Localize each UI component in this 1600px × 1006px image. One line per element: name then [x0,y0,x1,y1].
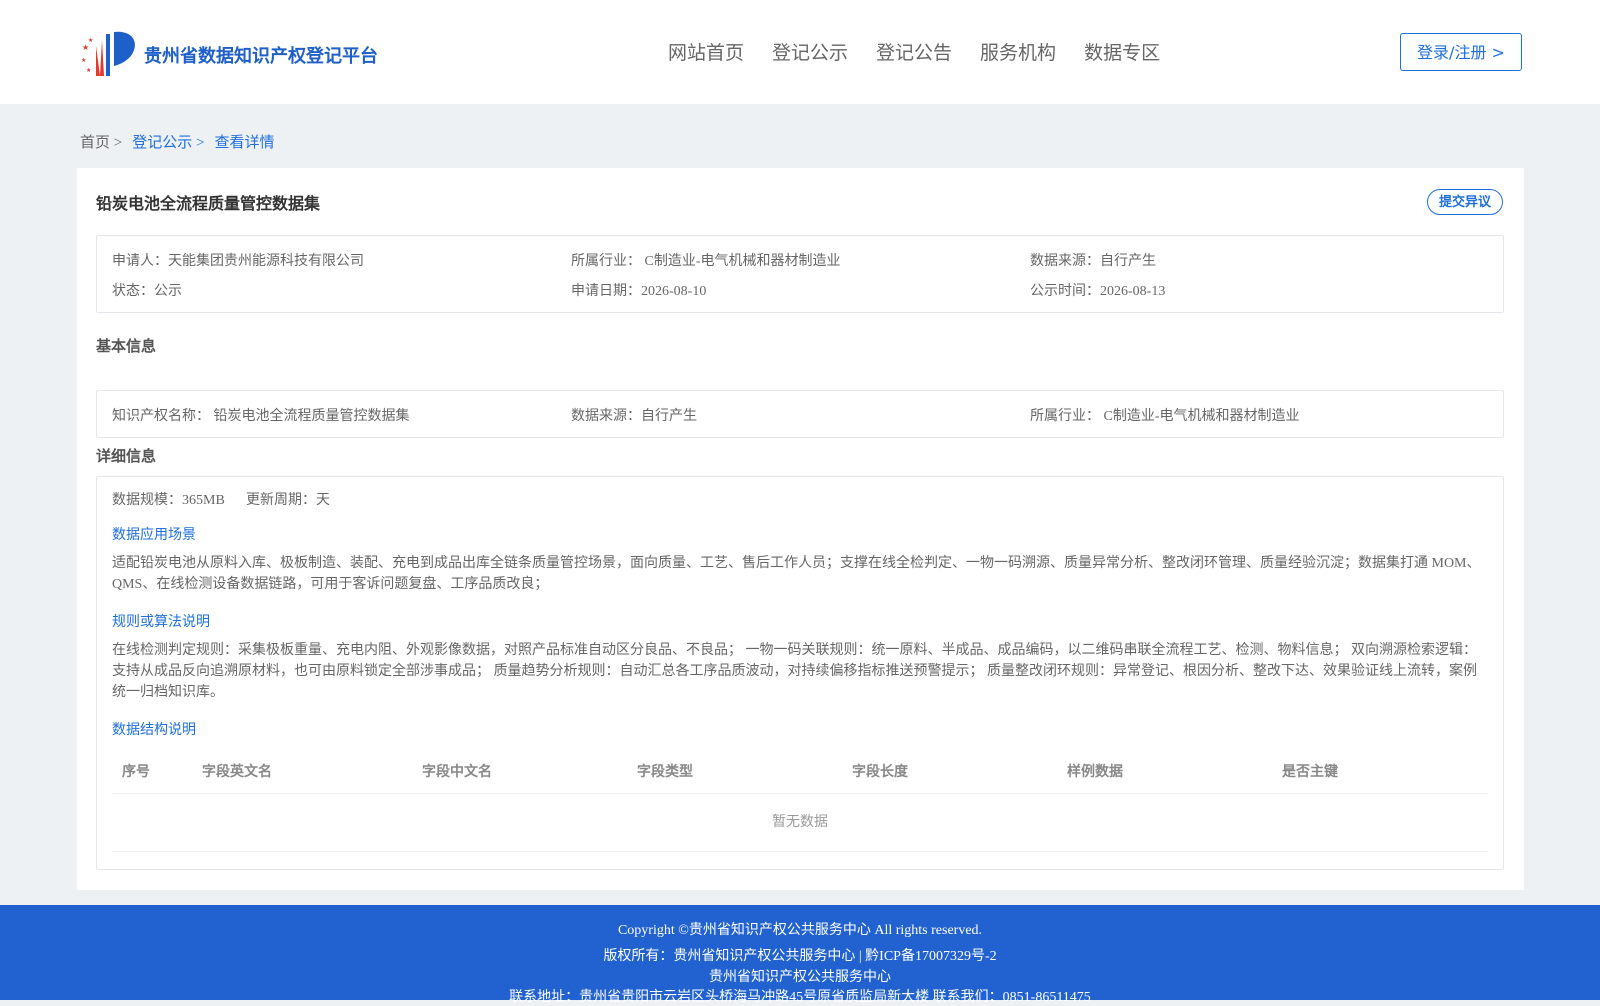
apply-date-field: 申请日期：2026-08-10 [571,284,707,299]
summary-box: 申请人：天能集团贵州能源科技有限公司 所属行业： C制造业-电气机械和器材制造业… [96,235,1504,313]
detail-info-box: 数据规模：365MB 更新周期：天 数据应用场景 适配铅炭电池从原料入库、极板制… [96,476,1504,870]
data-scale-field: 数据规模：365MB [112,493,225,508]
basic-info-heading: 基本信息 [96,337,157,355]
main-nav: 网站首页 登记公示 登记公告 服务机构 数据专区 [668,38,1160,65]
nav-data-zone[interactable]: 数据专区 [1084,38,1160,65]
status-field: 状态：公示 [112,284,182,299]
footer-org: 贵州省知识产权公共服务中心 [709,970,891,985]
detail-info-heading: 详细信息 [96,447,157,465]
nav-home[interactable]: 网站首页 [668,38,744,65]
th-index: 序号 [122,764,150,780]
scenario-text: 适配铅炭电池从原料入库、极板制造、装配、充电到成品出库全链条质量管控场景，面向质… [112,556,1481,592]
applicant-field: 申请人：天能集团贵州能源科技有限公司 [112,254,364,269]
th-field-cn: 字段中文名 [422,764,492,780]
rules-heading: 规则或算法说明 [112,615,210,630]
platform-name[interactable]: 贵州省数据知识产权登记平台 [144,42,378,68]
basic-info-box: 知识产权名称： 铅炭电池全流程质量管控数据集 数据来源：自行产生 所属行业： C… [96,390,1504,438]
th-sample-data: 样例数据 [1067,764,1123,780]
breadcrumb: 首页 > 登记公示 > 查看详情 [80,131,274,152]
th-primary-key: 是否主键 [1282,764,1338,780]
footer-contact: 联系地址：贵州省贵阳市云岩区头桥海马冲路45号原省质监局新大楼 联系我们：085… [509,990,1091,1005]
site-header: ★ ★ ★ ★ 贵州省数据知识产权登记平台 网站首页 登记公示 登记公告 服务机… [0,0,1600,104]
svg-text:★: ★ [86,67,91,74]
platform-logo-icon[interactable]: ★ ★ ★ ★ [80,28,138,78]
detail-panel: 铅炭电池全流程质量管控数据集 提交异议 申请人：天能集团贵州能源科技有限公司 所… [77,168,1524,890]
basic-industry-field: 所属行业： C制造业-电气机械和器材制造业 [1030,409,1300,424]
nav-service-agencies[interactable]: 服务机构 [980,38,1056,65]
svg-text:★: ★ [88,37,93,44]
ip-name-field: 知识产权名称： 铅炭电池全流程质量管控数据集 [112,409,410,424]
breadcrumb-publicity[interactable]: 登记公示 > [132,131,204,152]
update-cycle-field: 更新周期：天 [246,493,330,508]
login-register-button[interactable]: 登录/注册 > [1400,33,1522,71]
breadcrumb-home[interactable]: 首页 > [80,131,122,152]
th-field-length: 字段长度 [852,764,908,780]
svg-text:★: ★ [82,43,89,52]
rules-text: 在线检测判定规则：采集极板重量、充电内阻、外观影像数据，对照产品标准自动区分良品… [112,643,1477,700]
nav-registration-publicity[interactable]: 登记公示 [772,38,848,65]
scenario-heading: 数据应用场景 [112,528,196,543]
source-field: 数据来源：自行产生 [1030,254,1156,269]
footer-copyright: Copyright ©贵州省知识产权公共服务中心 All rights rese… [617,923,983,938]
site-footer: Copyright ©贵州省知识产权公共服务中心 All rights rese… [0,905,1600,1005]
structure-table-header: 序号 字段英文名 字段中文名 字段类型 字段长度 样例数据 是否主键 [112,753,1488,794]
dataset-title: 铅炭电池全流程质量管控数据集 [96,194,321,213]
publish-date-field: 公示时间：2026-08-13 [1030,284,1166,299]
svg-text:★: ★ [81,57,86,64]
structure-heading: 数据结构说明 [112,723,196,738]
breadcrumb-current: 查看详情 [214,135,275,151]
submit-objection-button[interactable]: 提交异议 [1427,189,1503,215]
basic-source-field: 数据来源：自行产生 [571,409,697,424]
th-field-type: 字段类型 [637,764,693,780]
empty-table-message: 暂无数据 [112,795,1488,852]
th-field-en: 字段英文名 [202,764,272,780]
footer-owner: 版权所有：贵州省知识产权公共服务中心 | 黔ICP备17007329号-2 [603,949,997,964]
nav-registration-announcement[interactable]: 登记公告 [876,38,952,65]
industry-field: 所属行业： C制造业-电气机械和器材制造业 [571,254,841,269]
